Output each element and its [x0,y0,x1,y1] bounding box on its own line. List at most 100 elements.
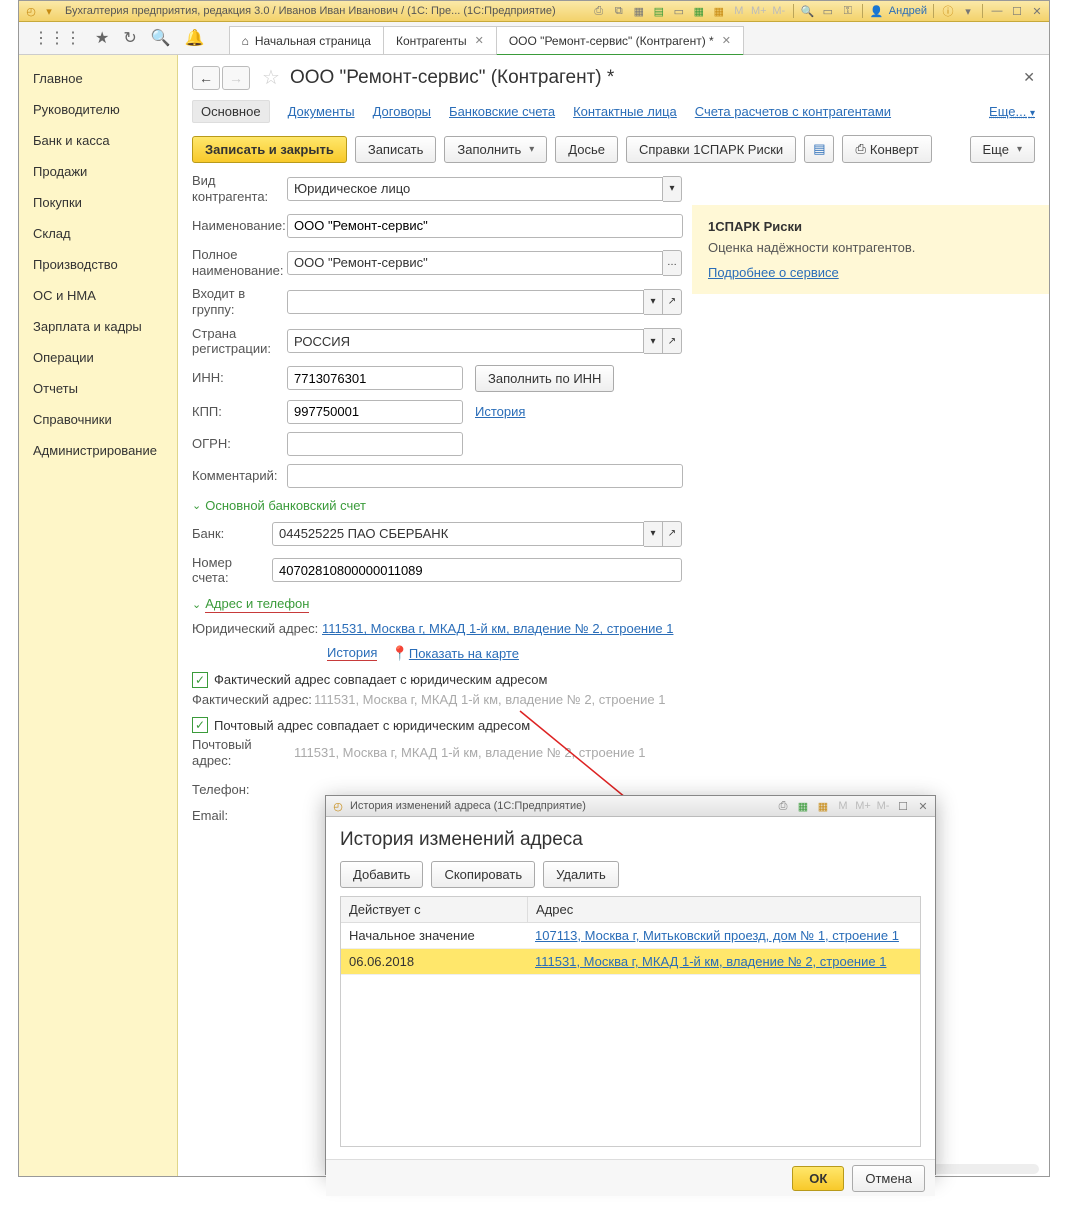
ellipsis-icon[interactable]: … [663,250,682,276]
subnav-docs[interactable]: Документы [288,104,355,119]
type-select[interactable]: Юридическое лицо [287,177,663,201]
doc-icon[interactable]: ▭ [671,3,687,19]
dropdown-icon[interactable]: ▾ [663,176,682,202]
more-button[interactable]: Еще▾ [970,136,1035,163]
ok-button[interactable]: ОК [792,1166,844,1191]
close-dialog-icon[interactable]: ✕ [915,798,931,814]
copy-icon[interactable]: ⧉ [611,3,627,19]
sidebar-item-production[interactable]: Производство [19,249,177,280]
row-address[interactable]: 111531, Москва г, МКАД 1-й км, владение … [527,949,894,974]
zoom-icon[interactable]: 🔍 [800,3,816,19]
dropdown-icon[interactable]: ▾ [644,289,663,315]
calendar-icon[interactable]: ▦ [815,798,831,814]
calc-icon[interactable]: ▦ [631,3,647,19]
info-icon[interactable]: ⓘ [940,3,956,19]
copy-button[interactable]: Скопировать [431,861,535,888]
minimize-icon[interactable]: — [989,3,1005,19]
comment-input[interactable] [287,464,683,488]
group-select[interactable] [287,290,644,314]
favorite-icon[interactable]: ☆ [262,65,280,90]
kpp-input[interactable] [287,400,463,424]
dropdown-icon[interactable]: ▾ [41,3,57,19]
save-icon[interactable]: ▤ [651,3,667,19]
dropdown-icon[interactable]: ▾ [644,521,663,547]
m-icon[interactable]: M [835,798,851,814]
close-icon[interactable]: ✕ [475,34,484,47]
calendar-icon[interactable]: ▦ [711,3,727,19]
tab-contragent-card[interactable]: ООО "Ремонт-сервис" (Контрагент) * ✕ [496,26,744,56]
table-row[interactable]: Начальное значение 107113, Москва г, Мит… [341,923,920,949]
actual-match-checkbox[interactable]: ✓ [192,672,208,688]
sidebar-item-catalogs[interactable]: Справочники [19,404,177,435]
m-icon[interactable]: M [731,3,747,19]
maximize-icon[interactable]: ☐ [1009,3,1025,19]
spark-link[interactable]: Подробнее о сервисе [708,265,839,280]
open-icon[interactable]: ↗ [663,521,682,547]
post-match-checkbox[interactable]: ✓ [192,717,208,733]
user-name[interactable]: Андрей [889,5,927,17]
window-icon[interactable]: ▭ [820,3,836,19]
print-icon[interactable]: ⎙ [775,798,791,814]
back-button[interactable]: ← [192,66,220,90]
addr-history-link[interactable]: История [327,645,377,661]
name-input[interactable] [287,214,683,238]
subnav-bank-accounts[interactable]: Банковские счета [449,104,555,119]
apps-icon[interactable]: ⋮⋮⋮ [33,28,81,48]
m-plus-icon[interactable]: M+ [855,798,871,814]
subnav-contracts[interactable]: Договоры [373,104,431,119]
sidebar-item-warehouse[interactable]: Склад [19,218,177,249]
open-icon[interactable]: ↗ [663,328,682,354]
grid-icon[interactable]: ▦ [691,3,707,19]
m-minus-icon[interactable]: M- [771,3,787,19]
spark-button[interactable]: Справки 1СПАРК Риски [626,136,796,163]
close-window-icon[interactable]: ✕ [1029,3,1045,19]
show-map-link[interactable]: Показать на карте [409,646,519,661]
print-icon[interactable]: ⎙ [591,3,607,19]
sidebar-item-main[interactable]: Главное [19,63,177,94]
subnav-main[interactable]: Основное [192,100,270,123]
key-icon[interactable]: ⚿ [840,3,856,19]
ogrn-input[interactable] [287,432,463,456]
grid-icon[interactable]: ▦ [795,798,811,814]
bank-select[interactable]: 044525225 ПАО СБЕРБАНК [272,522,644,546]
search-icon[interactable]: 🔍 [151,28,171,48]
m-minus-icon[interactable]: M- [875,798,891,814]
sidebar-item-sales[interactable]: Продажи [19,156,177,187]
page-close-icon[interactable]: ✕ [1023,69,1035,86]
save-close-button[interactable]: Записать и закрыть [192,136,347,163]
row-address[interactable]: 107113, Москва г, Митьковский проезд, до… [527,923,907,948]
sidebar-item-bank[interactable]: Банк и касса [19,125,177,156]
list-icon-button[interactable]: ▤ [804,135,834,163]
legal-addr-link[interactable]: 111531, Москва г, МКАД 1-й км, владение … [322,621,673,636]
sidebar-item-salary[interactable]: Зарплата и кадры [19,311,177,342]
subnav-contacts[interactable]: Контактные лица [573,104,677,119]
sidebar-item-manager[interactable]: Руководителю [19,94,177,125]
save-button[interactable]: Записать [355,136,437,163]
country-select[interactable]: РОССИЯ [287,329,644,353]
fill-button[interactable]: Заполнить▾ [444,136,547,163]
fill-by-inn-button[interactable]: Заполнить по ИНН [475,365,614,392]
history-icon[interactable]: ↻ [123,28,136,48]
sidebar-item-purchases[interactable]: Покупки [19,187,177,218]
envelope-button[interactable]: ⎙Конверт [842,135,931,163]
cancel-button[interactable]: Отмена [852,1165,925,1192]
delete-button[interactable]: Удалить [543,861,619,888]
info-dropdown-icon[interactable]: ▾ [960,3,976,19]
m-plus-icon[interactable]: M+ [751,3,767,19]
address-section-header[interactable]: ⌄Адрес и телефон [192,596,1035,613]
kpp-history-link[interactable]: История [475,404,525,419]
maximize-icon[interactable]: ☐ [895,798,911,814]
star-icon[interactable]: ★ [95,28,109,48]
sidebar-item-admin[interactable]: Администрирование [19,435,177,466]
tab-contragents[interactable]: Контрагенты ✕ [383,26,497,54]
add-button[interactable]: Добавить [340,861,423,888]
tab-home[interactable]: ⌂ Начальная страница [229,26,384,54]
subnav-more[interactable]: Еще... ▾ [989,104,1035,119]
table-row[interactable]: 06.06.2018 111531, Москва г, МКАД 1-й км… [341,949,920,975]
bank-section-header[interactable]: ⌄Основной банковский счет [192,498,1035,513]
open-icon[interactable]: ↗ [663,289,682,315]
inn-input[interactable] [287,366,463,390]
forward-button[interactable]: → [222,66,250,90]
account-input[interactable] [272,558,682,582]
bell-icon[interactable]: 🔔 [185,28,205,48]
